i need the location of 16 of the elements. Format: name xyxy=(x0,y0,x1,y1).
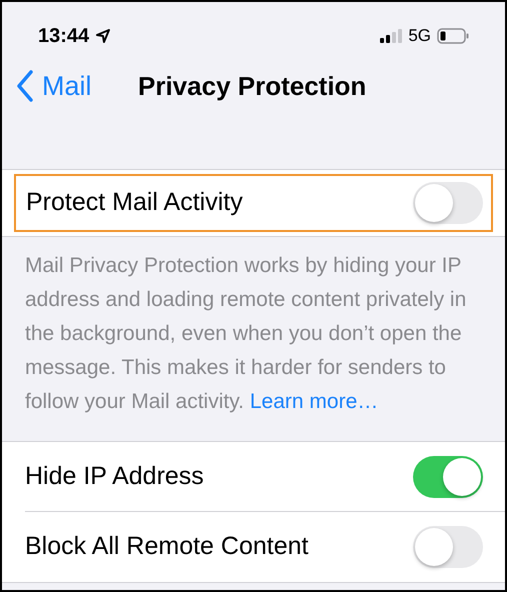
description-text: Mail Privacy Protection works by hiding your IP address and loading remote content privately in the background, even when you don’t open the message. This makes it harder for senders to follow your Mail activity. Learn more… xyxy=(24,253,468,415)
battery-icon xyxy=(437,28,469,44)
toggle-switch[interactable] xyxy=(413,182,483,224)
toggle-switch[interactable] xyxy=(413,456,483,498)
network-label: 5G xyxy=(408,25,431,48)
setting-label: Protect Mail Activity xyxy=(26,187,243,218)
signal-icon xyxy=(380,29,402,43)
status-time: 13:44 xyxy=(38,24,90,49)
location-arrow-icon xyxy=(95,28,112,44)
learn-more-link[interactable]: Learn more… xyxy=(250,390,378,413)
back-button[interactable]: Mail xyxy=(2,66,92,106)
chevron-left-icon xyxy=(16,70,34,102)
page-title: Privacy Protection xyxy=(138,70,366,102)
setting-label: Block All Remote Content xyxy=(25,531,308,562)
setting-label: Hide IP Address xyxy=(25,460,204,492)
toggle-switch[interactable] xyxy=(413,526,483,568)
